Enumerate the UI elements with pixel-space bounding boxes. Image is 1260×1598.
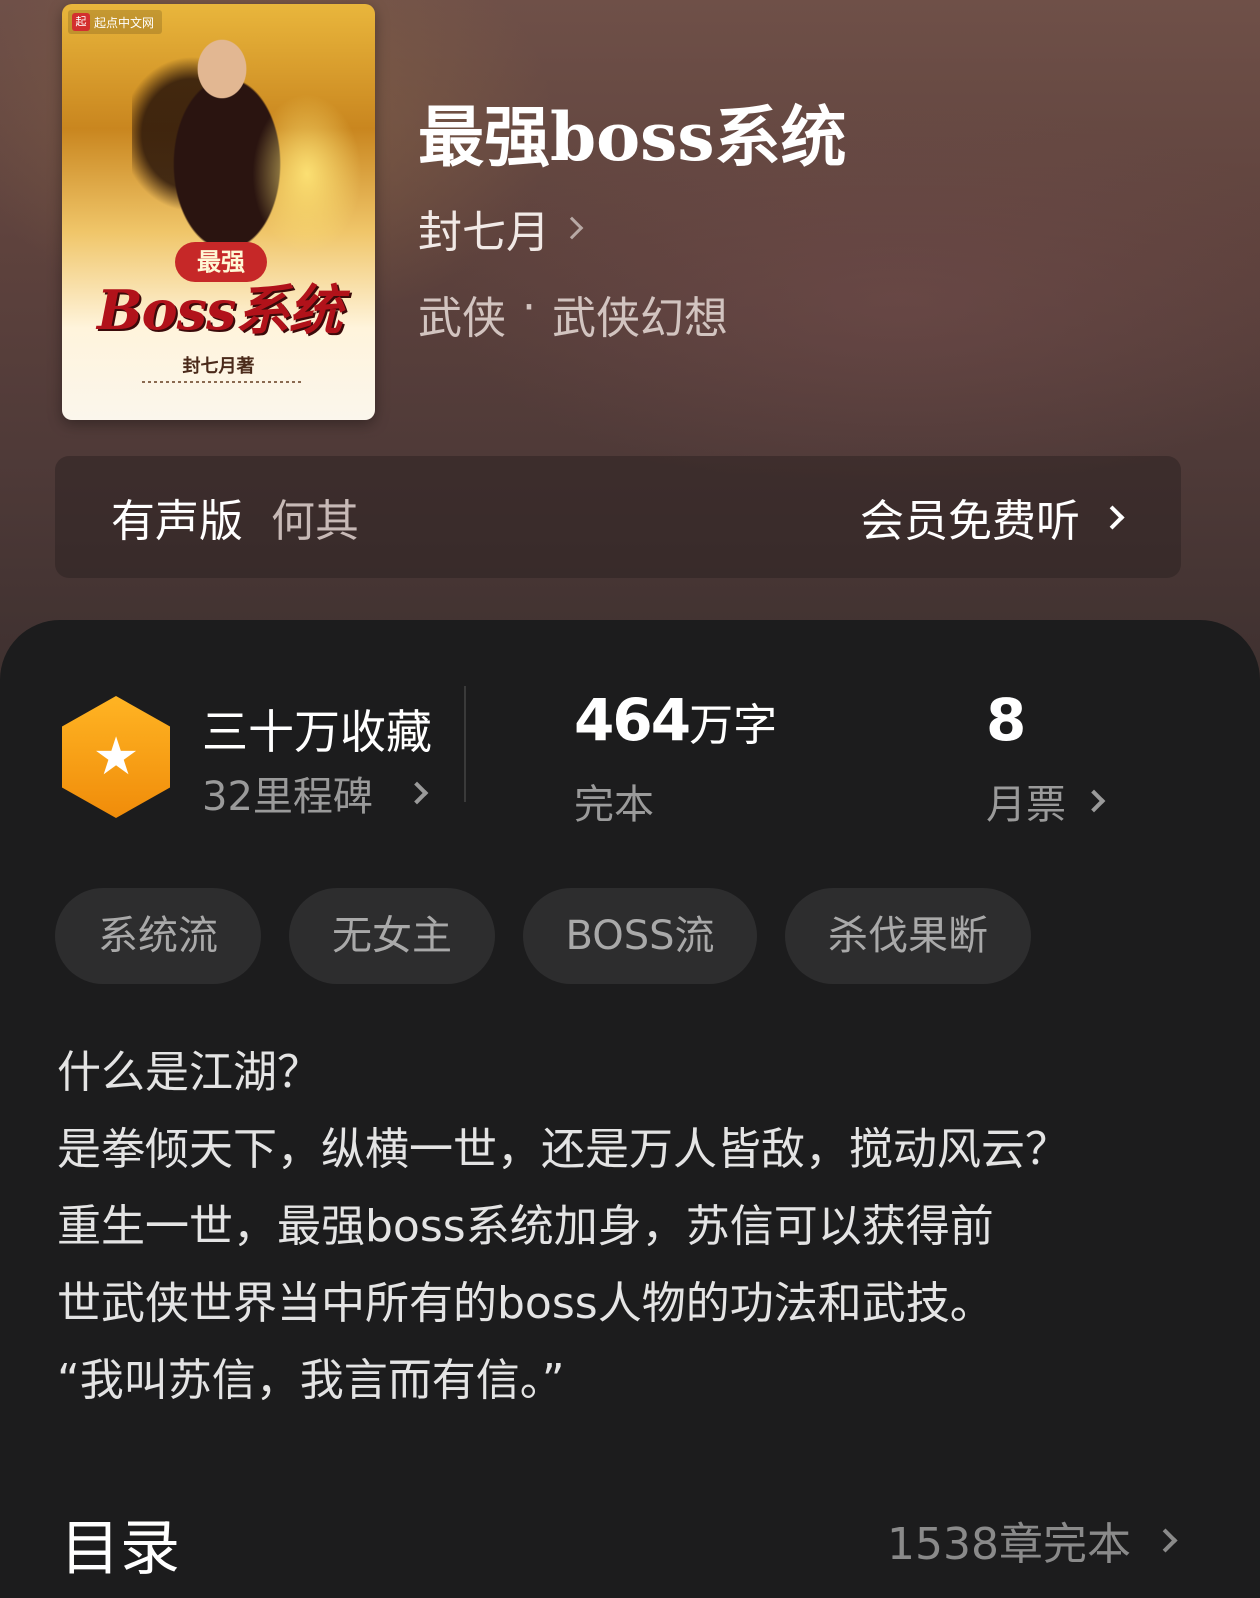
toc-link[interactable]: 1538章完本 <box>887 1508 1178 1572</box>
publisher-logo-icon: 起 <box>72 13 90 31</box>
stats-divider <box>464 686 466 802</box>
synopsis-line: 世武侠世界当中所有的boss人物的功法和武技。 <box>57 1278 994 1329</box>
milestones-label: 32里程碑 <box>202 774 373 820</box>
word-count: 464万字 <box>574 686 777 754</box>
word-count-number: 464 <box>574 686 691 754</box>
member-listen-label: 会员免费听 <box>860 496 1080 547</box>
stats-row: ★ 三十万收藏 32里程碑 464万字 完本 8 月票 <box>0 620 1260 860</box>
cover-author: 封七月著 <box>182 356 255 377</box>
synopsis-line: “我叫苏信，我言而有信。” <box>57 1355 565 1406</box>
toc-heading: 目录 <box>60 1514 180 1584</box>
cover-decoration <box>142 381 302 383</box>
audiobook-card[interactable]: 有声版 何其 会员免费听 <box>55 456 1181 578</box>
favorites-count: 三十万收藏 <box>202 705 432 759</box>
synopsis-line: 什么是江湖？ <box>57 1047 321 1098</box>
tag-chip[interactable]: 系统流 <box>55 888 261 984</box>
subgenre[interactable]: 武侠幻想 <box>552 282 728 346</box>
monthly-tickets-count: 8 <box>986 686 1027 754</box>
toc-summary: 1538章完本 <box>887 1519 1131 1570</box>
completion-status: 完本 <box>574 782 654 828</box>
book-header: 起 起点中文网 最强 Boss系统 封七月著 最强boss系统 封七月 武侠 ·… <box>0 0 1260 700</box>
chevron-right-icon <box>1100 504 1125 530</box>
tag-list: 系统流 无女主 BOSS流 杀伐果断 <box>55 888 1031 984</box>
chevron-right-icon <box>405 781 429 805</box>
word-count-unit: 万字 <box>689 700 778 751</box>
chevron-right-icon <box>560 216 584 240</box>
monthly-tickets-link[interactable]: 月票 <box>986 772 1106 830</box>
audiobook-narrator: 何其 <box>271 496 359 547</box>
genre-separator: · <box>522 282 536 333</box>
member-listen-button[interactable]: 会员免费听 <box>860 485 1125 549</box>
milestones-link[interactable]: 32里程碑 <box>202 764 429 822</box>
genre-row: 武侠 · 武侠幻想 <box>418 282 728 346</box>
tag-chip[interactable]: BOSS流 <box>523 888 757 984</box>
book-synopsis[interactable]: 什么是江湖？ 是拳倾天下，纵横一世，还是万人皆敌，搅动风云？ 重生一世，最强bo… <box>57 1034 1207 1419</box>
chevron-right-icon <box>1153 1527 1178 1553</box>
chevron-right-icon <box>1082 789 1106 813</box>
star-icon: ★ <box>92 727 140 787</box>
cover-glow <box>252 94 362 254</box>
book-detail-panel: ★ 三十万收藏 32里程碑 464万字 完本 8 月票 系统流 无女主 BOSS… <box>0 620 1260 1598</box>
book-cover[interactable]: 起 起点中文网 最强 Boss系统 封七月著 <box>62 4 375 420</box>
book-title: 最强boss系统 <box>418 98 847 176</box>
monthly-tickets-label: 月票 <box>986 782 1066 828</box>
tag-chip[interactable]: 无女主 <box>289 888 495 984</box>
cover-title-art: Boss系统 <box>97 278 342 342</box>
synopsis-line: 重生一世，最强boss系统加身，苏信可以获得前 <box>57 1201 994 1252</box>
tag-chip[interactable]: 杀伐果断 <box>785 888 1031 984</box>
genre[interactable]: 武侠 <box>418 282 506 346</box>
synopsis-line: 是拳倾天下，纵横一世，还是万人皆敌，搅动风云？ <box>57 1124 1069 1175</box>
audiobook-label: 有声版 <box>111 496 243 547</box>
favorite-badge[interactable]: ★ <box>62 696 170 818</box>
audiobook-info: 有声版 何其 <box>111 485 359 549</box>
author-link[interactable]: 封七月 <box>418 196 584 260</box>
author-name: 封七月 <box>418 207 550 258</box>
